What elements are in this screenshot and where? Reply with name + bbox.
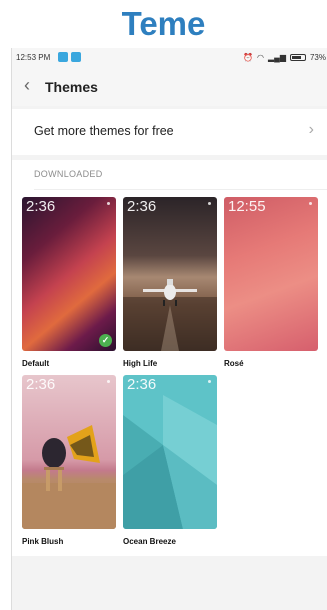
wifi-icon: ◠ xyxy=(257,53,264,62)
thumbnail-clock: 2:36 xyxy=(127,376,157,393)
theme-name: Default xyxy=(22,359,50,368)
section-header: DOWNLOADED xyxy=(34,169,103,179)
battery-icon xyxy=(289,54,306,61)
check-icon: ✓ xyxy=(99,334,112,347)
theme-card-high-life[interactable]: 2:36 High Life xyxy=(123,197,217,368)
theme-thumbnail: 2:36 xyxy=(22,375,116,529)
airplane-image xyxy=(123,279,217,351)
battery-percent: 73% xyxy=(309,53,326,62)
theme-card-ocean-breeze[interactable]: 2:36 Ocean Breeze xyxy=(123,375,217,546)
theme-name: Pink Blush xyxy=(22,537,64,546)
theme-name: Ocean Breeze xyxy=(123,537,176,546)
bottom-background xyxy=(12,556,327,610)
theme-card-default[interactable]: 2:36 ✓ Default xyxy=(22,197,116,368)
get-more-themes-row[interactable]: Get more themes for free › xyxy=(12,109,327,155)
thumbnail-dot xyxy=(107,380,110,383)
theme-thumbnail: 2:36 xyxy=(123,197,217,351)
thumbnail-dot xyxy=(309,202,312,205)
signal-icon: ▂▄▆ xyxy=(268,53,286,62)
theme-thumbnail: 12:55 xyxy=(224,197,318,351)
geometric-pattern-image xyxy=(123,395,217,529)
thumbnail-clock: 12:55 xyxy=(228,198,266,215)
notification-app-icon xyxy=(58,52,68,62)
thumbnail-dot xyxy=(208,380,211,383)
thumbnail-clock: 2:36 xyxy=(127,198,157,215)
phone-screen: 12:53 PM ⏰ ◠ ▂▄▆ 73% ‹ Themes Get more t… xyxy=(11,48,327,610)
alarm-icon: ⏰ xyxy=(243,53,254,62)
theme-card-pink-blush[interactable]: 2:36 Pink Blush xyxy=(22,375,116,546)
chevron-left-icon[interactable]: ‹ xyxy=(24,75,30,96)
theme-name: High Life xyxy=(123,359,158,368)
notification-app-icon xyxy=(71,52,81,62)
butterfly-girl-image xyxy=(22,425,116,529)
theme-name: Rosé xyxy=(224,359,244,368)
theme-thumbnail: 2:36 ✓ xyxy=(22,197,116,351)
thumbnail-clock: 2:36 xyxy=(26,376,56,393)
page-banner-title: Teme xyxy=(121,5,206,42)
thumbnail-dot xyxy=(208,202,211,205)
status-bar: 12:53 PM ⏰ ◠ ▂▄▆ 73% xyxy=(12,48,327,68)
theme-thumbnail: 2:36 xyxy=(123,375,217,529)
battery-fill xyxy=(291,56,301,59)
thumbnail-clock: 2:36 xyxy=(26,198,56,215)
get-more-themes-label: Get more themes for free xyxy=(34,124,174,138)
page-title: Themes xyxy=(45,79,98,95)
theme-card-rose[interactable]: 12:55 Rosé xyxy=(224,197,318,368)
status-icons: ⏰ ◠ ▂▄▆ 73% xyxy=(243,53,326,62)
downloaded-section: DOWNLOADED 2:36 ✓ Default 2:36 High Life… xyxy=(12,160,327,556)
divider xyxy=(34,189,327,190)
app-bar: ‹ Themes xyxy=(12,68,327,106)
chevron-right-icon: › xyxy=(308,121,314,138)
thumbnail-dot xyxy=(107,202,110,205)
status-time: 12:53 PM xyxy=(16,53,51,62)
